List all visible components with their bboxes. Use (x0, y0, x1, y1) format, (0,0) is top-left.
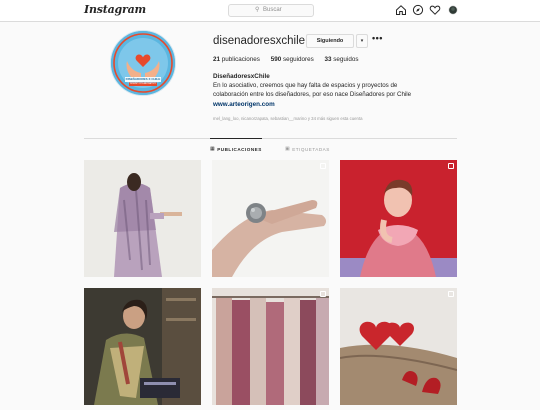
profile-picture[interactable]: DISEÑADORES X CHILE DISEÑO COLABORATIVO (110, 30, 176, 96)
search-icon: ⚲ (255, 7, 260, 13)
tabs-divider (84, 138, 457, 139)
instagram-logo[interactable]: Instagram (84, 3, 146, 16)
multiple-images-icon (320, 163, 326, 169)
explore-icon[interactable] (412, 4, 424, 16)
tab-label: ETIQUETADAS (292, 146, 330, 152)
avatar-logo-subtext: DISEÑO COLABORATIVO (129, 82, 157, 85)
followed-by-text[interactable]: mel_lang_loo, nicanorzapata, sebastian__… (213, 116, 363, 121)
tab-etiquetadas[interactable]: ▣ ETIQUETADAS (285, 146, 330, 152)
profile-bio: En lo asociativo, creemos que hay falta … (213, 82, 412, 98)
multiple-images-icon (448, 291, 454, 297)
post-tile-silver-ring-hand[interactable] (212, 160, 329, 277)
tag-icon: ▣ (285, 146, 291, 152)
post-tile-tie-dye-kimono[interactable] (84, 160, 201, 277)
top-navigation-bar: Instagram ⚲ Buscar (0, 0, 540, 22)
suggestions-dropdown-button[interactable]: ▾ (356, 34, 368, 48)
profile-avatar[interactable] (447, 4, 459, 16)
tab-label: PUBLICACIONES (217, 146, 262, 152)
following-count[interactable]: 33 seguidos (325, 56, 359, 63)
post-tile-woman-knitting[interactable] (84, 288, 201, 405)
active-tab-indicator (210, 138, 262, 139)
tab-publicaciones[interactable]: ▦ PUBLICACIONES (210, 146, 262, 152)
profile-stats: 21 publicaciones 590 seguidores 33 segui… (213, 56, 368, 63)
profile-full-name: DiseñadoresxChile (213, 73, 270, 80)
post-tile-heart-earrings[interactable] (340, 288, 457, 405)
grid-icon: ▦ (210, 146, 216, 152)
multiple-images-icon (448, 163, 454, 169)
more-options-button[interactable]: ••• (372, 33, 383, 43)
search-placeholder: Buscar (263, 7, 282, 13)
profile-website-link[interactable]: www.arteorigen.com (213, 101, 275, 108)
home-icon[interactable] (395, 4, 407, 16)
following-button[interactable]: Siguiendo (306, 34, 354, 48)
posts-count: 21 publicaciones (213, 56, 260, 63)
avatar-logo-text: DISEÑADORES X CHILE (125, 77, 161, 81)
post-tile-red-jacket-portrait[interactable] (340, 160, 457, 277)
multiple-images-icon (320, 291, 326, 297)
heart-icon[interactable] (429, 4, 441, 16)
search-input[interactable]: ⚲ Buscar (228, 4, 314, 17)
followers-count[interactable]: 590 seguidores (271, 56, 314, 63)
profile-username: disenadoresxchile (213, 35, 306, 47)
post-tile-knitwear-rack[interactable] (212, 288, 329, 405)
